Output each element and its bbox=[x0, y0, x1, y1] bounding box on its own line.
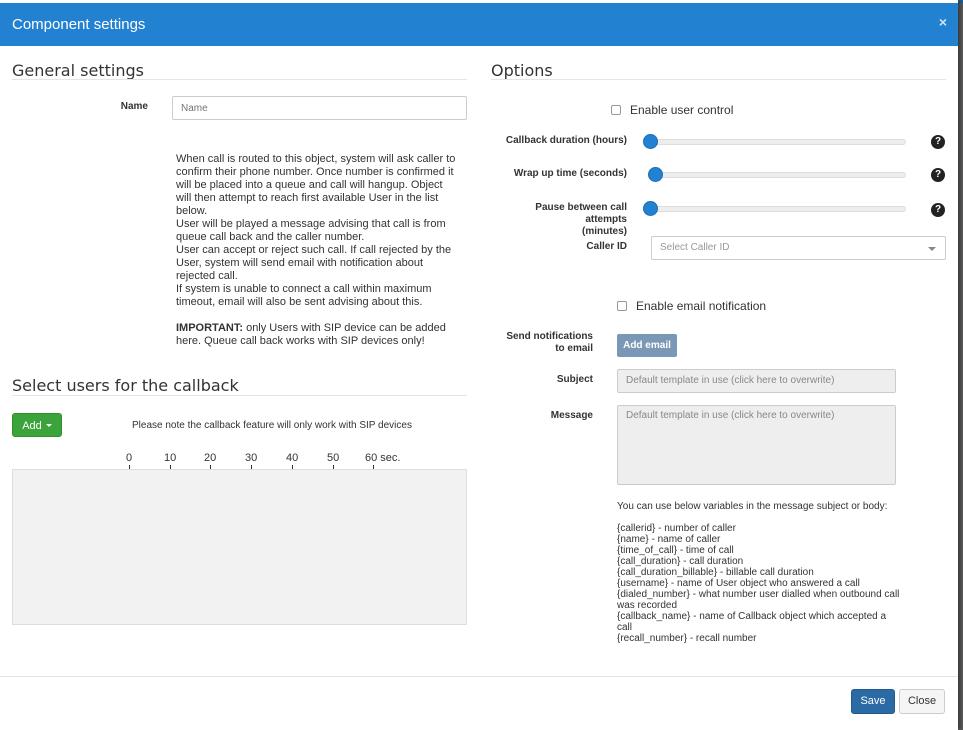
subject-label: Subject bbox=[556, 374, 593, 385]
pause-between-attempts-label: Pause between call attempts (minutes) bbox=[491, 202, 627, 238]
send-to-label-line2: to email bbox=[555, 343, 593, 354]
modal-header: Component settings × bbox=[0, 3, 958, 46]
help-icon[interactable]: ? bbox=[931, 135, 945, 149]
enable-user-control-checkbox[interactable]: Enable user control bbox=[611, 103, 733, 117]
options-title: Options bbox=[491, 61, 553, 80]
chevron-down-icon bbox=[928, 247, 936, 251]
users-timeline-area[interactable] bbox=[12, 469, 467, 625]
callback-duration-label: Callback duration (hours) bbox=[505, 135, 627, 146]
variable-item: {dialed_number} - what number user diall… bbox=[617, 589, 900, 611]
wrap-up-time-slider[interactable] bbox=[651, 172, 906, 178]
variable-item: {callback_name} - name of Callback objec… bbox=[617, 611, 887, 633]
callback-duration-handle[interactable] bbox=[643, 134, 658, 149]
checkbox-box[interactable] bbox=[617, 301, 627, 311]
enable-email-notification-label: Enable email notification bbox=[636, 299, 767, 313]
modal-title: Component settings bbox=[12, 16, 146, 33]
variable-item: {callerid} - number of caller bbox=[617, 523, 736, 534]
variable-item: {username} - name of User object who ans… bbox=[617, 578, 860, 589]
vars-intro: You can use below variables in the messa… bbox=[617, 501, 888, 512]
checkbox-box[interactable] bbox=[611, 105, 621, 115]
timeline-tick-label: 30 bbox=[245, 452, 258, 464]
name-input[interactable] bbox=[172, 96, 467, 120]
enable-user-control-label: Enable user control bbox=[630, 103, 734, 117]
select-users-title: Select users for the callback bbox=[12, 376, 239, 395]
close-button[interactable]: Close bbox=[899, 689, 945, 714]
add-email-button[interactable]: Add email bbox=[617, 334, 677, 357]
variable-item: {time_of_call} - time of call bbox=[617, 545, 734, 556]
component-settings-modal: Component settings × General settings Na… bbox=[0, 0, 958, 730]
callback-duration-slider[interactable] bbox=[651, 139, 906, 145]
close-icon[interactable]: × bbox=[939, 14, 947, 30]
pause-between-attempts-slider[interactable] bbox=[651, 206, 906, 212]
select-users-divider bbox=[12, 395, 467, 396]
variable-item: {call_duration_billable} - billable call… bbox=[617, 567, 814, 578]
send-to-label-line1: Send notifications bbox=[506, 331, 593, 342]
chevron-down-icon bbox=[45, 424, 52, 427]
pause-label-line2: (minutes) bbox=[582, 226, 627, 237]
variable-item: {recall_number} - recall number bbox=[617, 633, 757, 644]
name-label: Name bbox=[120, 101, 148, 112]
caller-id-select[interactable]: Select Caller ID bbox=[651, 236, 946, 260]
save-button[interactable]: Save bbox=[851, 689, 895, 714]
message-textarea[interactable]: Default template in use (click here to o… bbox=[617, 405, 896, 485]
template-variables-help: You can use below variables in the messa… bbox=[617, 501, 902, 644]
variable-item: {call_duration} - call duration bbox=[617, 556, 744, 567]
caller-id-placeholder: Select Caller ID bbox=[660, 242, 730, 253]
help-icon[interactable]: ? bbox=[931, 203, 945, 217]
footer-divider bbox=[0, 676, 958, 677]
timeline-tick-label: 60 sec. bbox=[365, 452, 401, 464]
options-divider bbox=[491, 79, 946, 80]
description-line: User can accept or reject such call. If … bbox=[176, 244, 452, 282]
wrap-up-time-handle[interactable] bbox=[647, 167, 663, 182]
description-line: If system is unable to connect a call wi… bbox=[176, 283, 432, 308]
important-label: IMPORTANT: bbox=[176, 322, 244, 334]
caller-id-label: Caller ID bbox=[586, 241, 627, 252]
variable-item: {name} - name of caller bbox=[617, 534, 721, 545]
timeline-tick-label: 20 bbox=[204, 452, 217, 464]
add-user-button[interactable]: Add bbox=[12, 413, 62, 437]
timeline-tick-label: 50 bbox=[327, 452, 340, 464]
pause-between-attempts-handle[interactable] bbox=[643, 201, 658, 216]
timeline-tick-label: 40 bbox=[286, 452, 299, 464]
general-settings-title: General settings bbox=[12, 61, 144, 80]
description-line: User will be played a message advising t… bbox=[176, 218, 446, 243]
timeline-tick-label: 0 bbox=[126, 452, 133, 464]
send-notifications-label: Send notifications to email bbox=[491, 331, 593, 355]
help-icon[interactable]: ? bbox=[931, 168, 945, 182]
subject-input[interactable]: Default template in use (click here to o… bbox=[617, 369, 896, 393]
enable-email-notification-checkbox[interactable]: Enable email notification bbox=[617, 299, 766, 313]
sip-note: Please note the callback feature will on… bbox=[132, 420, 412, 431]
description-line: When call is routed to this object, syst… bbox=[176, 153, 456, 217]
general-settings-divider bbox=[12, 79, 467, 80]
callback-description: When call is routed to this object, syst… bbox=[176, 153, 456, 348]
important-note: IMPORTANT: only Users with SIP device ca… bbox=[176, 322, 456, 348]
pause-label-line1: Pause between call attempts bbox=[535, 202, 627, 225]
add-button-label: Add bbox=[22, 420, 42, 432]
wrap-up-time-label: Wrap up time (seconds) bbox=[513, 168, 627, 179]
timeline-tick-label: 10 bbox=[164, 452, 177, 464]
message-label: Message bbox=[550, 410, 593, 421]
